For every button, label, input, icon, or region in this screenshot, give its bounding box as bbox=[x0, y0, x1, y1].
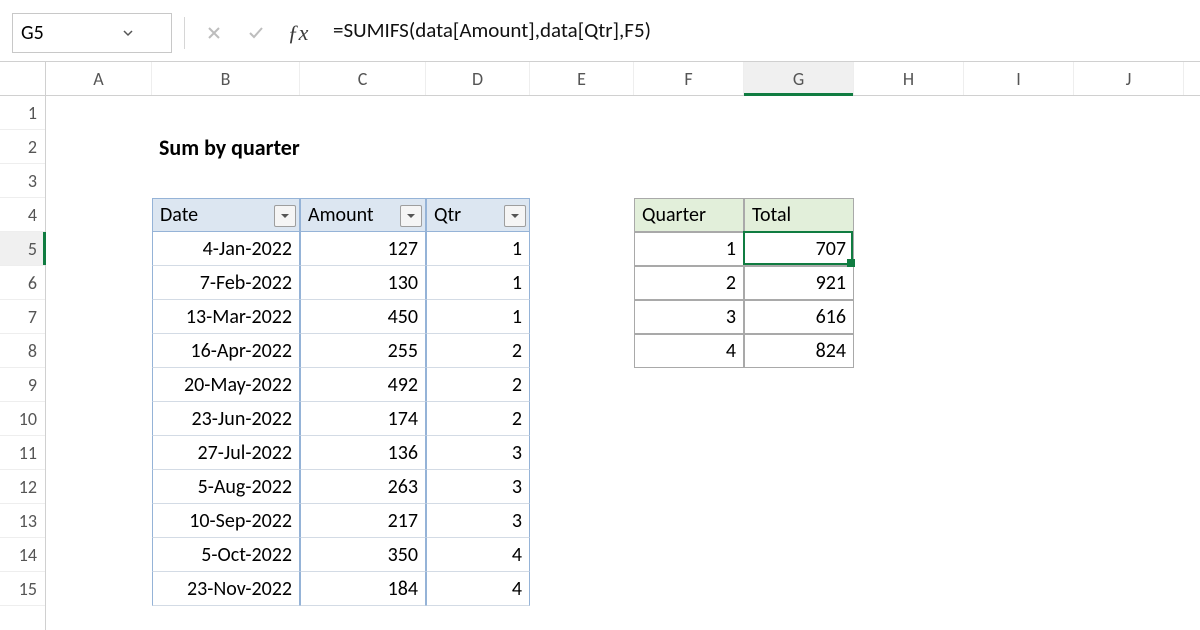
row-header[interactable]: 8 bbox=[0, 334, 45, 368]
cell[interactable]: 2 bbox=[426, 368, 530, 402]
column-header[interactable]: H bbox=[854, 62, 964, 95]
select-all-corner[interactable] bbox=[0, 62, 45, 96]
cell[interactable]: 4 bbox=[634, 334, 744, 368]
separator bbox=[184, 17, 185, 49]
column-header[interactable]: A bbox=[46, 62, 152, 95]
table-header[interactable]: Date bbox=[152, 198, 300, 232]
column-header[interactable]: D bbox=[426, 62, 530, 95]
cell[interactable]: 3 bbox=[426, 436, 530, 470]
column-header[interactable]: B bbox=[152, 62, 300, 95]
table-header[interactable]: Amount bbox=[300, 198, 426, 232]
check-icon[interactable] bbox=[239, 16, 273, 50]
cell[interactable]: 5-Aug-2022 bbox=[152, 470, 300, 504]
summary-header[interactable]: Total bbox=[744, 198, 854, 232]
cell[interactable]: 1 bbox=[426, 232, 530, 266]
cell[interactable]: 4-Jan-2022 bbox=[152, 232, 300, 266]
page-title: Sum by quarter bbox=[152, 130, 426, 164]
name-box[interactable]: G5 bbox=[12, 13, 172, 53]
row-header[interactable]: 12 bbox=[0, 470, 45, 504]
column-header[interactable]: F bbox=[634, 62, 744, 95]
cell[interactable]: 217 bbox=[300, 504, 426, 538]
cell[interactable]: 263 bbox=[300, 470, 426, 504]
row-header[interactable]: 10 bbox=[0, 402, 45, 436]
cell[interactable]: 13-Mar-2022 bbox=[152, 300, 300, 334]
cell[interactable]: 7-Feb-2022 bbox=[152, 266, 300, 300]
row-header[interactable]: 1 bbox=[0, 96, 45, 130]
filter-dropdown-icon[interactable] bbox=[504, 205, 526, 227]
row-header[interactable]: 4 bbox=[0, 198, 45, 232]
row-header[interactable]: 7 bbox=[0, 300, 45, 334]
cell[interactable]: 450 bbox=[300, 300, 426, 334]
row-header[interactable]: 11 bbox=[0, 436, 45, 470]
cell[interactable]: 136 bbox=[300, 436, 426, 470]
column-header[interactable]: I bbox=[964, 62, 1074, 95]
column-header[interactable]: G bbox=[744, 62, 854, 95]
cell[interactable]: 16-Apr-2022 bbox=[152, 334, 300, 368]
row-header[interactable]: 15 bbox=[0, 572, 45, 606]
cell[interactable]: 2 bbox=[634, 266, 744, 300]
row-header[interactable]: 3 bbox=[0, 164, 45, 198]
filter-dropdown-icon[interactable] bbox=[274, 205, 296, 227]
cell[interactable]: 492 bbox=[300, 368, 426, 402]
cell[interactable]: 824 bbox=[744, 334, 854, 368]
table-header[interactable]: Qtr bbox=[426, 198, 530, 232]
chevron-down-icon[interactable] bbox=[92, 24, 163, 42]
cell[interactable]: 1 bbox=[426, 266, 530, 300]
cell[interactable]: 5-Oct-2022 bbox=[152, 538, 300, 572]
row-header[interactable]: 5 bbox=[0, 232, 45, 266]
column-header[interactable]: C bbox=[300, 62, 426, 95]
cell[interactable]: 4 bbox=[426, 572, 530, 606]
summary-header[interactable]: Quarter bbox=[634, 198, 744, 232]
cell[interactable]: 616 bbox=[744, 300, 854, 334]
column-headers: ABCDEFGHIJ bbox=[46, 62, 1200, 96]
worksheet: 123456789101112131415 ABCDEFGHIJ Sum by … bbox=[0, 62, 1200, 630]
cell[interactable]: 27-Jul-2022 bbox=[152, 436, 300, 470]
fx-icon[interactable]: ƒx bbox=[281, 16, 315, 50]
cell[interactable]: 174 bbox=[300, 402, 426, 436]
cell[interactable]: 707 bbox=[744, 232, 854, 266]
row-headers: 123456789101112131415 bbox=[0, 62, 46, 630]
cell[interactable]: 1 bbox=[426, 300, 530, 334]
row-header[interactable]: 2 bbox=[0, 130, 45, 164]
cell[interactable]: 350 bbox=[300, 538, 426, 572]
cell[interactable]: 23-Jun-2022 bbox=[152, 402, 300, 436]
cell[interactable]: 10-Sep-2022 bbox=[152, 504, 300, 538]
cell[interactable]: 184 bbox=[300, 572, 426, 606]
cancel-icon[interactable] bbox=[197, 16, 231, 50]
cell[interactable]: 255 bbox=[300, 334, 426, 368]
cell[interactable]: 20-May-2022 bbox=[152, 368, 300, 402]
filter-dropdown-icon[interactable] bbox=[400, 205, 422, 227]
cell[interactable]: 4 bbox=[426, 538, 530, 572]
cell[interactable]: 1 bbox=[634, 232, 744, 266]
cell[interactable]: 23-Nov-2022 bbox=[152, 572, 300, 606]
cell[interactable]: 3 bbox=[426, 470, 530, 504]
name-box-value: G5 bbox=[21, 21, 92, 45]
cell[interactable]: 2 bbox=[426, 334, 530, 368]
row-header[interactable]: 13 bbox=[0, 504, 45, 538]
cell[interactable]: 2 bbox=[426, 402, 530, 436]
column-header[interactable]: J bbox=[1074, 62, 1184, 95]
column-header[interactable]: E bbox=[530, 62, 634, 95]
row-header[interactable]: 14 bbox=[0, 538, 45, 572]
row-header[interactable]: 6 bbox=[0, 266, 45, 300]
grid[interactable]: ABCDEFGHIJ Sum by quarter DateAmountQtr 4-… bbox=[46, 62, 1200, 630]
cell[interactable]: 127 bbox=[300, 232, 426, 266]
row-header[interactable]: 9 bbox=[0, 368, 45, 402]
cell[interactable]: 130 bbox=[300, 266, 426, 300]
cell[interactable]: 921 bbox=[744, 266, 854, 300]
formula-bar: G5 ƒx =SUMIFS(data[Amount],data[Qtr],F5) bbox=[0, 0, 1200, 62]
cell[interactable]: 3 bbox=[634, 300, 744, 334]
formula-input[interactable]: =SUMIFS(data[Amount],data[Qtr],F5) bbox=[323, 13, 1188, 53]
cell[interactable]: 3 bbox=[426, 504, 530, 538]
